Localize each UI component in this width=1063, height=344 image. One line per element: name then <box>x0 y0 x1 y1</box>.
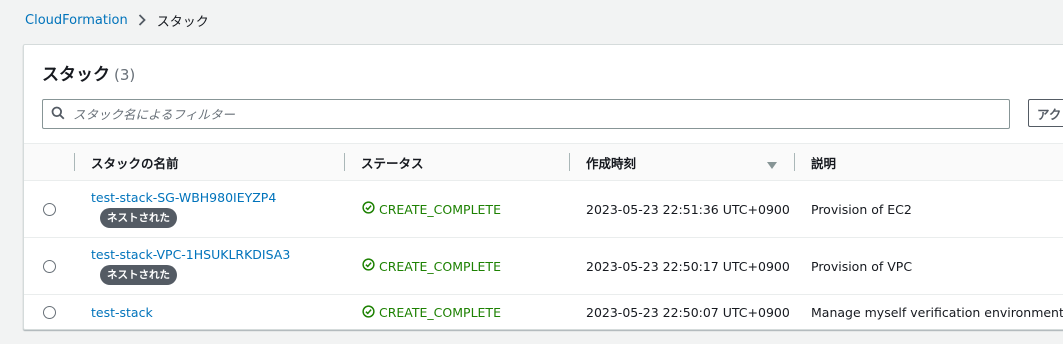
search-icon <box>43 105 65 124</box>
actions-button[interactable]: アク <box>1028 99 1063 127</box>
table-row[interactable]: test-stack CREATE_COMPLETE 2023-05-23 22… <box>24 295 1063 330</box>
status-text: CREATE_COMPLETE <box>379 305 501 320</box>
status-text: CREATE_COMPLETE <box>379 201 501 217</box>
stack-name-link[interactable]: test-stack <box>91 305 344 320</box>
sort-descending-icon[interactable] <box>767 158 777 173</box>
table-row[interactable]: test-stack-SG-WBH980IEYZP4 ネストされた CREATE… <box>24 181 1063 238</box>
status-cell: CREATE_COMPLETE <box>362 258 569 274</box>
created-time: 2023-05-23 22:50:07 UTC+0900 <box>586 305 790 320</box>
nested-badge: ネストされた <box>100 265 177 285</box>
breadcrumb-current: スタック <box>156 14 209 30</box>
column-header-description-label: 説明 <box>811 155 837 171</box>
column-header-status[interactable]: ステータス <box>344 144 569 181</box>
panel-title: スタック <box>42 65 110 85</box>
column-divider <box>794 153 795 171</box>
column-header-created[interactable]: 作成時刻 <box>569 144 794 181</box>
check-circle-icon <box>362 201 379 217</box>
column-divider <box>74 153 75 171</box>
table-row[interactable]: test-stack-VPC-1HSUKLRKDISA3 ネストされた CREA… <box>24 238 1063 295</box>
nested-badge: ネストされた <box>100 208 177 228</box>
column-divider <box>569 153 570 171</box>
breadcrumb-cloudformation-link[interactable]: CloudFormation <box>25 13 128 28</box>
column-header-status-label: ステータス <box>361 155 424 171</box>
check-circle-icon <box>362 304 379 321</box>
stack-name-link[interactable]: test-stack-VPC-1HSUKLRKDISA3 <box>91 247 344 262</box>
check-circle-icon <box>362 258 379 274</box>
status-cell: CREATE_COMPLETE <box>362 201 569 217</box>
status-text: CREATE_COMPLETE <box>379 258 501 274</box>
column-header-created-label: 作成時刻 <box>586 155 637 171</box>
column-header-name[interactable]: スタックの名前 <box>74 144 344 181</box>
status-cell: CREATE_COMPLETE <box>362 304 569 321</box>
row-select-radio[interactable] <box>43 306 56 319</box>
created-time: 2023-05-23 22:51:36 UTC+0900 <box>586 201 790 217</box>
column-divider <box>344 153 345 171</box>
stack-description: Provision of VPC <box>811 258 913 274</box>
stacks-panel: スタック(3) アク スタックの名前 ステータス 作成時刻 <box>23 44 1063 330</box>
chevron-right-icon <box>138 10 148 30</box>
stack-filter-input[interactable] <box>71 105 975 123</box>
row-select-radio[interactable] <box>43 259 56 273</box>
stack-description: Manage myself verification environment <box>811 305 1063 320</box>
filter-box[interactable] <box>42 99 1010 129</box>
created-time: 2023-05-23 22:50:17 UTC+0900 <box>586 258 790 274</box>
stack-count: (3) <box>114 66 136 84</box>
column-header-description[interactable]: 説明 <box>794 144 1063 181</box>
stacks-table: スタックの名前 ステータス 作成時刻 説明 test-stack-SG-WBH9… <box>24 143 1063 330</box>
stack-description: Provision of EC2 <box>811 201 912 217</box>
select-column-header <box>24 144 74 181</box>
breadcrumb: CloudFormation スタック <box>25 10 209 30</box>
row-select-radio[interactable] <box>43 202 56 216</box>
column-header-name-label: スタックの名前 <box>91 155 179 171</box>
table-header-row: スタックの名前 ステータス 作成時刻 説明 <box>24 143 1063 181</box>
stack-name-link[interactable]: test-stack-SG-WBH980IEYZP4 <box>91 190 344 205</box>
page-title: スタック (3) <box>42 60 135 85</box>
